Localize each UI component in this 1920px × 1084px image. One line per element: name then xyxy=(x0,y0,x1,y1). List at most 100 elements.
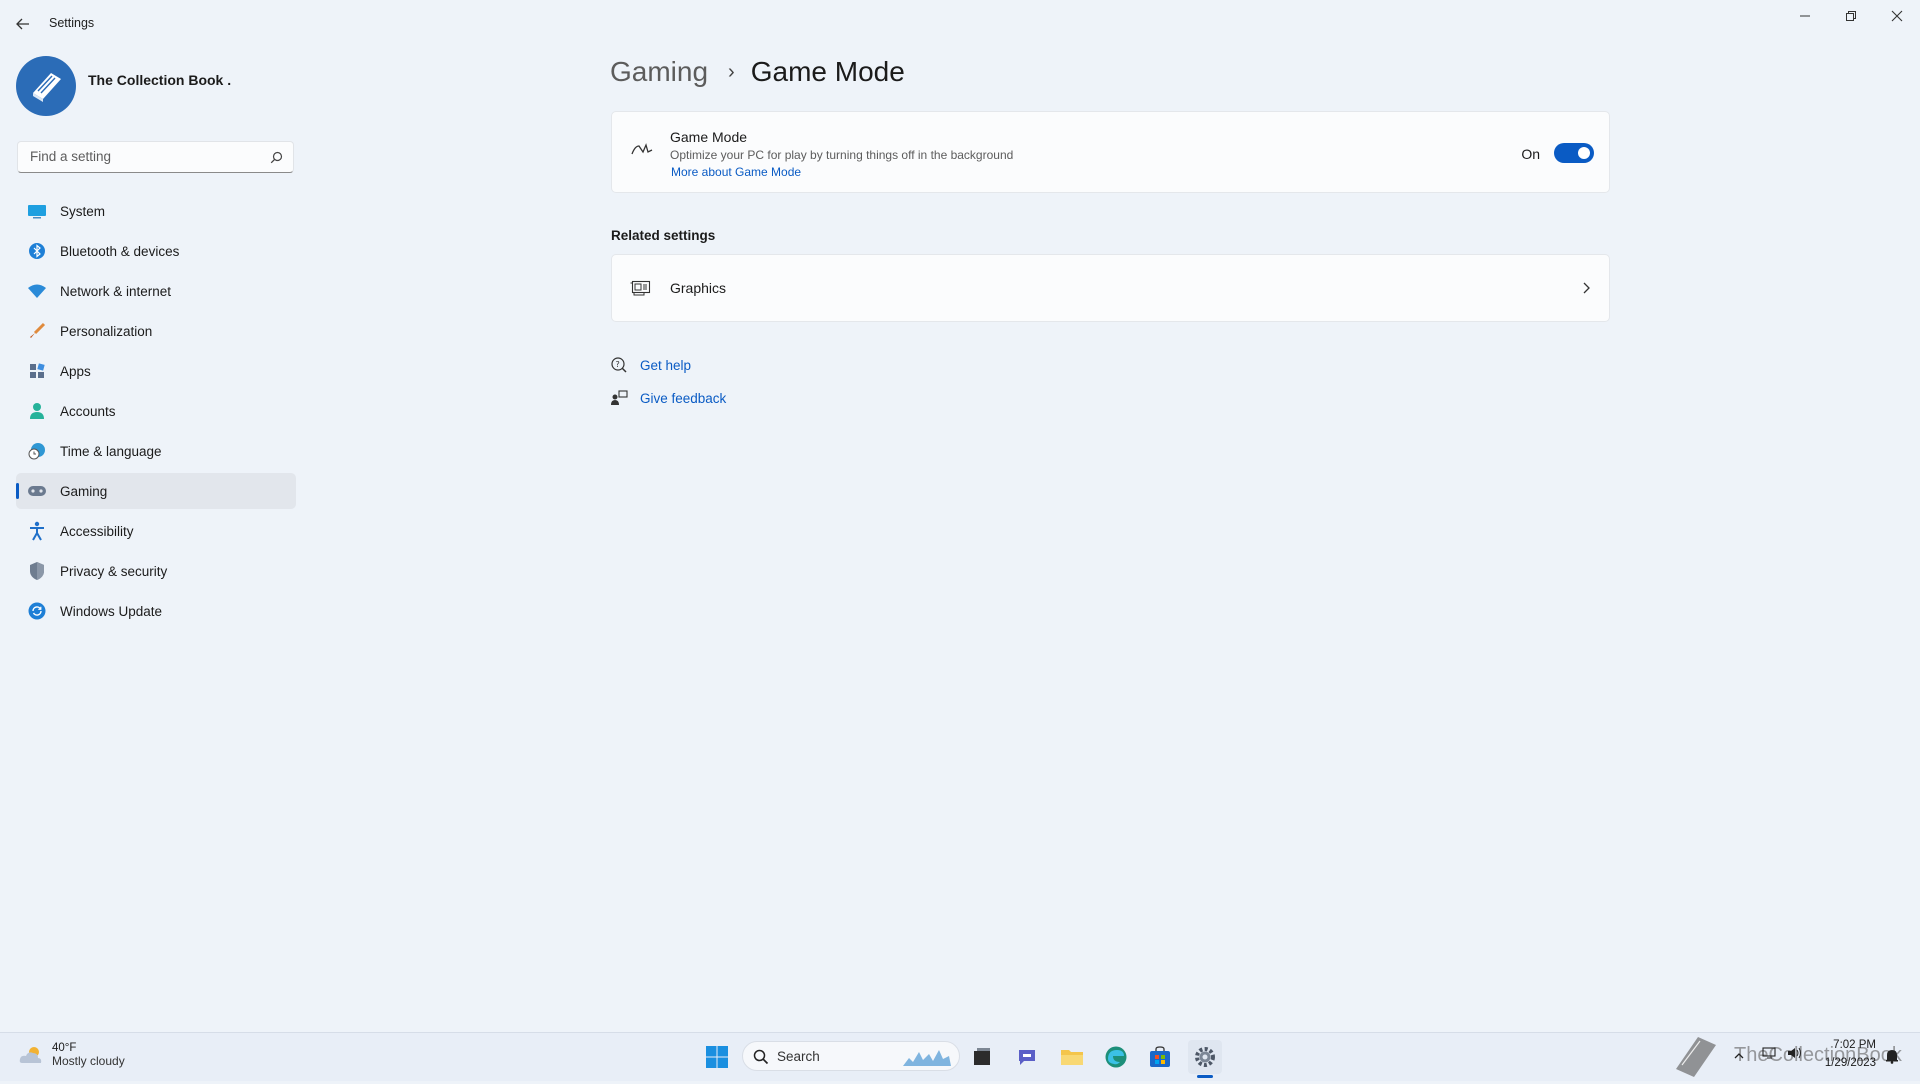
volume-status[interactable] xyxy=(1787,1046,1803,1065)
restore-icon xyxy=(1846,11,1856,21)
gear-icon xyxy=(1195,1047,1215,1067)
sidebar-item-label: Network & internet xyxy=(60,283,172,299)
give-feedback-link[interactable]: Give feedback xyxy=(610,389,726,407)
sidebar-item-label: Accessibility xyxy=(60,523,134,539)
wifi-icon xyxy=(26,281,48,301)
sidebar-item-apps[interactable]: Apps xyxy=(16,353,296,389)
game-mode-description: Optimize your PC for play by turning thi… xyxy=(670,148,1014,162)
book-watermark-icon xyxy=(1676,1037,1716,1077)
graphics-label: Graphics xyxy=(670,280,727,296)
toggle-state-label: On xyxy=(1521,146,1540,162)
help-chat-icon: ? xyxy=(611,357,627,373)
clock-time[interactable]: 7:02 PM xyxy=(1818,1039,1876,1051)
feedback-icon xyxy=(611,390,628,405)
sidebar-item-label: System xyxy=(60,203,106,219)
sidebar-item-label: Time & language xyxy=(60,443,162,459)
update-icon xyxy=(26,601,48,621)
chevron-up-icon xyxy=(1734,1053,1744,1059)
collection-book-logo xyxy=(1670,1031,1724,1084)
edge-browser-button[interactable] xyxy=(1099,1040,1133,1074)
network-icon xyxy=(1762,1047,1776,1059)
sidebar-item-network[interactable]: Network & internet xyxy=(16,273,296,309)
restore-button[interactable] xyxy=(1828,0,1874,32)
edge-icon xyxy=(1105,1046,1127,1068)
more-about-game-mode-link[interactable]: More about Game Mode xyxy=(671,165,801,179)
show-hidden-icons-button[interactable] xyxy=(1733,1048,1745,1066)
toggle-knob xyxy=(1578,147,1590,159)
clock-date[interactable]: 1/29/2023 xyxy=(1818,1057,1876,1069)
chat-button[interactable] xyxy=(1010,1040,1044,1074)
breadcrumb-separator: › xyxy=(728,60,735,83)
sidebar-item-gaming[interactable]: Gaming xyxy=(16,473,296,509)
sidebar-item-label: Privacy & security xyxy=(60,563,168,579)
microsoft-store-button[interactable] xyxy=(1143,1040,1177,1074)
start-button[interactable] xyxy=(700,1040,734,1074)
chevron-right-icon xyxy=(1583,282,1590,294)
minimize-button[interactable] xyxy=(1782,0,1828,32)
weather-widget[interactable]: 40°F Mostly cloudy xyxy=(18,1042,125,1068)
sidebar-item-privacy[interactable]: Privacy & security xyxy=(16,553,296,589)
avatar[interactable] xyxy=(16,56,76,116)
sidebar-item-windows-update[interactable]: Windows Update xyxy=(16,593,296,629)
sidebar-item-label: Windows Update xyxy=(60,603,163,619)
related-settings-heading: Related settings xyxy=(611,228,716,243)
system-icon xyxy=(26,201,48,221)
window-title: Settings xyxy=(49,16,95,30)
globe-clock-icon xyxy=(26,441,48,461)
taskbar xyxy=(0,1032,1920,1081)
sidebar-item-personalization[interactable]: Personalization xyxy=(16,313,296,349)
minimize-icon xyxy=(1800,15,1810,17)
controller-icon xyxy=(26,481,48,501)
back-button[interactable] xyxy=(12,14,34,34)
folder-icon xyxy=(1061,1050,1083,1065)
search-icon[interactable] xyxy=(270,151,283,164)
sidebar-item-label: Accounts xyxy=(60,403,116,419)
search-icon xyxy=(753,1049,769,1065)
sidebar-nav: System Bluetooth & devices Network & int… xyxy=(16,193,296,633)
graphics-card-icon xyxy=(630,280,651,296)
breadcrumb: Gaming › Game Mode xyxy=(610,56,905,88)
notifications-button[interactable] xyxy=(1885,1048,1899,1069)
weather-temperature: 40°F xyxy=(52,1042,77,1054)
sidebar-item-bluetooth[interactable]: Bluetooth & devices xyxy=(16,233,296,269)
sidebar-item-accounts[interactable]: Accounts xyxy=(16,393,296,429)
bluetooth-icon xyxy=(26,241,48,261)
taskbar-search[interactable]: Search xyxy=(742,1041,960,1071)
sidebar-item-label: Apps xyxy=(60,363,91,379)
task-view-icon xyxy=(974,1048,990,1065)
search-box[interactable] xyxy=(17,141,294,173)
network-status[interactable] xyxy=(1762,1046,1778,1065)
store-icon xyxy=(1150,1046,1170,1067)
weather-description: Mostly cloudy xyxy=(52,1054,125,1068)
sidebar-item-accessibility[interactable]: Accessibility xyxy=(16,513,296,549)
profile-name: The Collection Book . xyxy=(88,72,232,88)
book-logo-icon xyxy=(33,73,61,102)
game-mode-icon xyxy=(631,143,653,155)
file-explorer-button[interactable] xyxy=(1055,1040,1089,1074)
settings-app-button[interactable] xyxy=(1188,1040,1222,1074)
search-highlight-icon xyxy=(903,1050,951,1066)
brush-icon xyxy=(26,321,48,341)
close-button[interactable] xyxy=(1874,0,1920,32)
give-feedback-label: Give feedback xyxy=(640,390,727,406)
windows-logo-icon xyxy=(706,1046,728,1068)
sidebar-item-time-language[interactable]: Time & language xyxy=(16,433,296,469)
game-mode-title: Game Mode xyxy=(670,129,748,145)
bell-icon xyxy=(1886,1050,1898,1064)
get-help-link[interactable]: ? Get help xyxy=(610,356,691,374)
game-mode-card: Game Mode Optimize your PC for play by t… xyxy=(611,111,1610,193)
sidebar-item-system[interactable]: System xyxy=(16,193,296,229)
sidebar-item-label: Personalization xyxy=(60,323,153,339)
sidebar-item-label: Bluetooth & devices xyxy=(60,243,180,259)
breadcrumb-parent[interactable]: Gaming xyxy=(610,56,708,88)
get-help-label: Get help xyxy=(640,357,692,373)
graphics-setting-row[interactable]: Graphics xyxy=(611,254,1610,322)
sidebar-item-label: Gaming xyxy=(60,483,108,499)
volume-icon xyxy=(1788,1047,1801,1059)
game-mode-toggle[interactable] xyxy=(1554,143,1594,163)
task-view-button[interactable] xyxy=(965,1040,999,1074)
search-input[interactable] xyxy=(28,148,262,165)
accessibility-icon xyxy=(26,521,48,541)
active-indicator xyxy=(16,483,19,499)
svg-text:?: ? xyxy=(616,360,620,369)
